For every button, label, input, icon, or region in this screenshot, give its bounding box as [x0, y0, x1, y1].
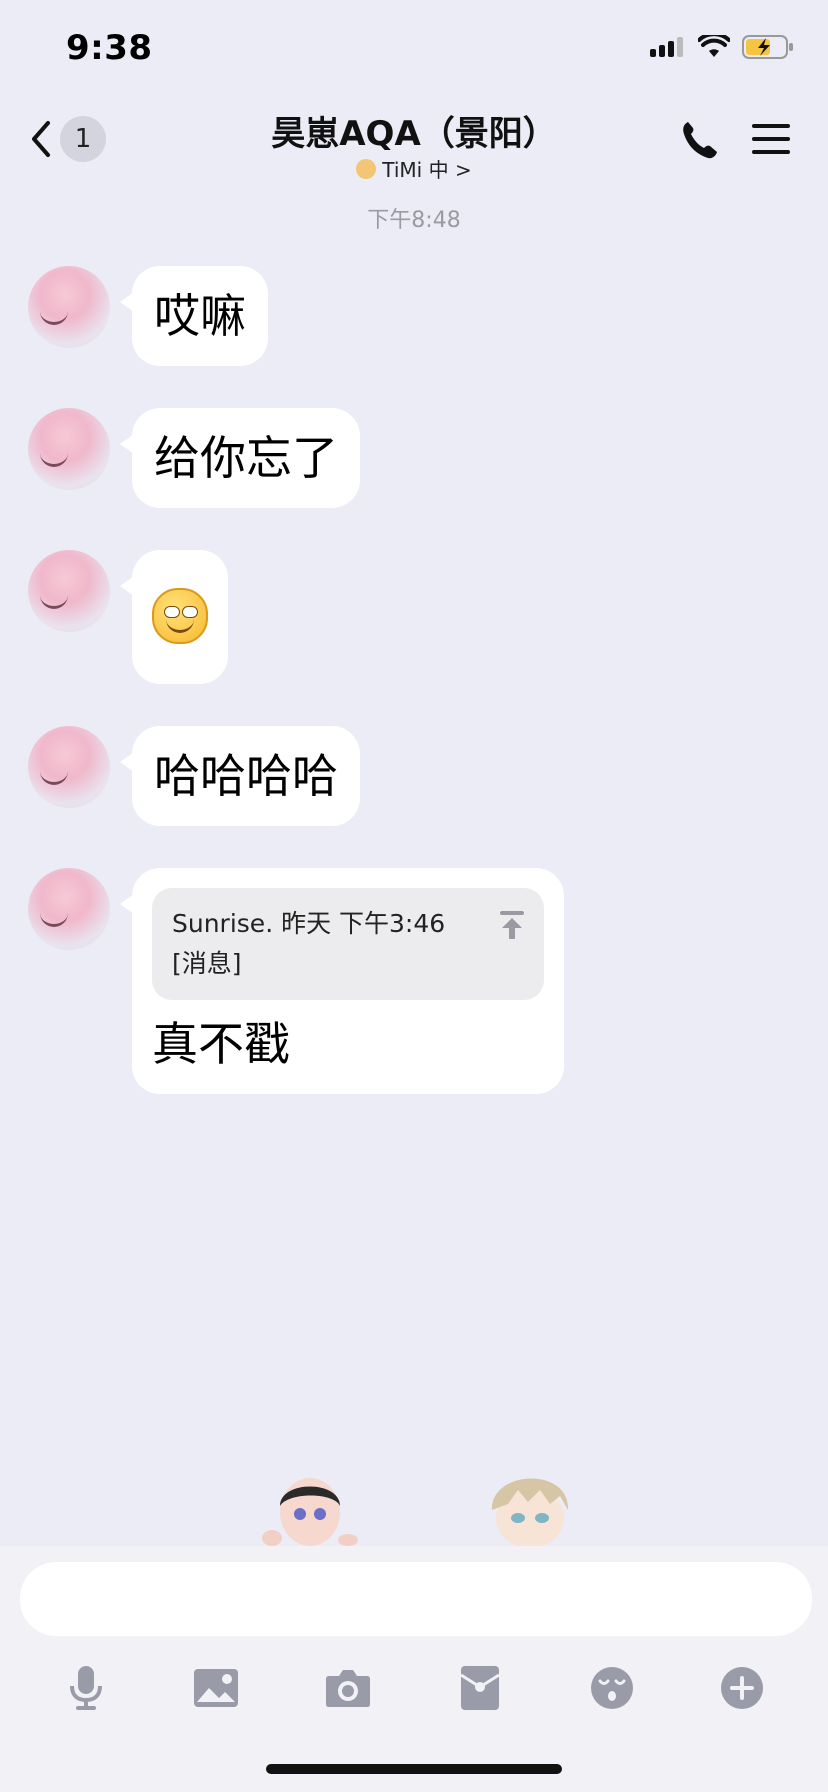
message-row: 哎嘛 [28, 266, 268, 366]
status-bar: 9:38 [0, 0, 828, 100]
quoted-message[interactable]: Sunrise. 昨天 下午3:46 [消息] [152, 888, 544, 1000]
microphone-icon [70, 1666, 102, 1710]
quote-header: Sunrise. 昨天 下午3:46 [172, 909, 446, 938]
quote-body: [消息] [172, 949, 242, 978]
message-bubble[interactable] [120, 550, 228, 684]
battery-icon [742, 35, 793, 59]
menu-button[interactable] [752, 122, 790, 160]
input-area [0, 1546, 828, 1792]
hamburger-menu-icon [752, 124, 790, 154]
avatar-sticker-blond[interactable] [480, 1460, 580, 1546]
emoji-button[interactable] [582, 1658, 642, 1718]
timi-logo-icon [356, 158, 377, 179]
signal-icon [650, 37, 683, 57]
message-row: 哈哈哈哈 [28, 726, 360, 826]
message-row [28, 550, 228, 684]
status-time: 9:38 [66, 28, 153, 68]
camera-button[interactable] [318, 1658, 378, 1718]
voice-button[interactable] [56, 1658, 116, 1718]
emoji-icon [591, 1667, 633, 1709]
input-toolbar [0, 1658, 828, 1728]
wifi-icon [698, 35, 730, 57]
avatar-sticker-boy[interactable] [258, 1466, 360, 1546]
red-packet-button[interactable] [450, 1658, 510, 1718]
avatar[interactable] [28, 550, 110, 632]
chat-timestamp: 下午8:48 [367, 208, 461, 233]
image-button[interactable] [186, 1658, 246, 1718]
avatar[interactable] [28, 266, 110, 348]
plus-icon [721, 1667, 763, 1709]
message-row: 给你忘了 [28, 408, 360, 508]
chat-subtitle-text: TiMi 中 > [382, 158, 472, 182]
avatar[interactable] [28, 726, 110, 808]
message-text: 哎嘛 [154, 289, 246, 343]
message-bubble[interactable]: Sunrise. 昨天 下午3:46 [消息] 真不戳 [120, 868, 564, 1094]
phone-icon [683, 122, 717, 159]
avatar[interactable] [28, 408, 110, 490]
message-text: 真不戳 [152, 1017, 290, 1071]
home-indicator[interactable] [266, 1764, 562, 1774]
message-bubble[interactable]: 哎嘛 [120, 266, 268, 366]
scroll-to-top-icon[interactable] [498, 910, 526, 940]
chat-header: 1 昊崽AQA（景阳） TiMi 中 > [0, 100, 828, 184]
message-text: 给你忘了 [154, 431, 338, 485]
call-button[interactable] [680, 118, 720, 166]
message-input[interactable] [20, 1562, 812, 1636]
message-bubble[interactable]: 给你忘了 [120, 408, 360, 508]
status-icons [650, 34, 794, 60]
more-button[interactable] [712, 1658, 772, 1718]
message-row: Sunrise. 昨天 下午3:46 [消息] 真不戳 [28, 868, 564, 1094]
camera-icon [326, 1670, 370, 1707]
avatar[interactable] [28, 868, 110, 950]
red-packet-icon [460, 1666, 500, 1710]
message-text: 哈哈哈哈 [154, 749, 338, 803]
image-icon [194, 1669, 238, 1707]
grin-face-emoji [152, 588, 208, 644]
message-bubble[interactable]: 哈哈哈哈 [120, 726, 360, 826]
